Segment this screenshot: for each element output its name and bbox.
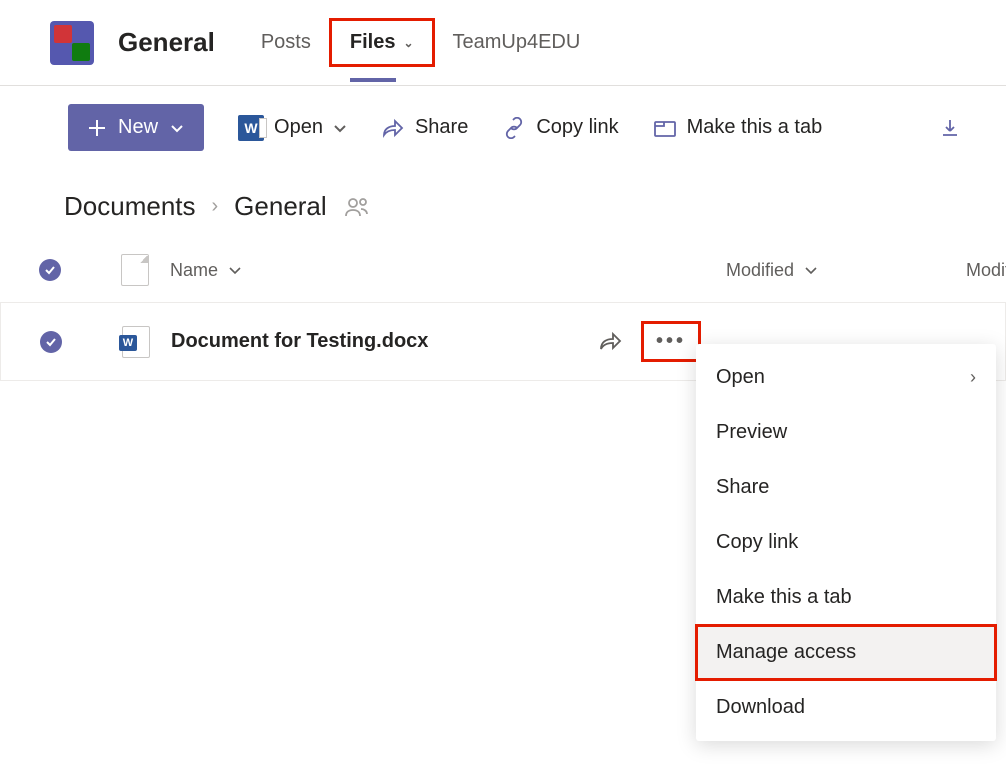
col-type-icon [100,254,170,286]
new-button[interactable]: New [68,104,204,151]
more-actions-button[interactable]: ••• [641,321,701,362]
share-label: Share [415,116,468,139]
menu-preview[interactable]: Preview [696,405,996,460]
col-modified[interactable]: Modified [726,260,966,281]
plus-icon [88,119,106,137]
people-icon [343,195,371,219]
tab-list: Posts Files ⌄ TeamUp4EDU [243,18,599,67]
menu-download[interactable]: Download [696,680,996,735]
breadcrumb-current: General [234,191,327,222]
breadcrumb: Documents › General [0,159,1006,244]
maketab-label: Make this a tab [687,116,823,139]
share-icon[interactable] [597,329,623,355]
row-select[interactable] [1,331,101,353]
open-label: Open [274,116,323,139]
maketab-button[interactable]: Make this a tab [653,116,823,139]
share-icon [381,117,405,139]
chevron-right-icon: › [212,195,219,218]
col-modifiedby-label: Modified By [966,260,1006,280]
team-icon [50,21,94,65]
menu-label: Open [716,366,765,389]
col-name-label: Name [170,260,218,281]
chevron-down-icon [804,263,818,277]
col-modifiedby[interactable]: Modified By [966,260,1006,281]
menu-label: Share [716,476,769,499]
menu-manage-access[interactable]: Manage access [696,625,996,680]
channel-name: General [118,27,215,58]
copylink-button[interactable]: Copy link [502,116,618,139]
chevron-down-icon [170,121,184,135]
col-modified-label: Modified [726,260,794,281]
download-icon [940,118,960,138]
menu-label: Download [716,696,805,719]
file-toolbar: New W Open Share Copy link Make this a t… [0,86,1006,159]
chevron-down-icon [333,121,347,135]
file-name: Document for Testing.docx [171,330,428,353]
new-label: New [118,116,158,139]
document-icon [121,254,149,286]
copylink-label: Copy link [536,116,618,139]
menu-maketab[interactable]: Make this a tab [696,570,996,625]
col-name[interactable]: Name [170,260,726,281]
tab-label: Posts [261,31,311,54]
chevron-down-icon: ⌄ [403,36,413,50]
download-button[interactable] [940,118,960,138]
tab-teamup4edu[interactable]: TeamUp4EDU [435,21,599,64]
file-name-cell[interactable]: Document for Testing.docx ••• [171,321,725,362]
menu-label: Manage access [716,641,856,664]
tab-label: TeamUp4EDU [453,31,581,54]
menu-label: Copy link [716,531,798,554]
channel-header: General Posts Files ⌄ TeamUp4EDU [0,0,1006,86]
word-icon: W [238,115,264,141]
tab-files[interactable]: Files ⌄ [329,18,435,67]
check-icon [39,259,61,281]
file-type-icon [101,326,171,358]
ellipsis-icon: ••• [656,330,686,352]
menu-copylink[interactable]: Copy link [696,515,996,570]
menu-label: Make this a tab [716,586,852,609]
menu-label: Preview [716,421,787,444]
tab-icon [653,118,677,138]
column-headers: Name Modified Modified By [0,244,1006,302]
breadcrumb-root[interactable]: Documents [64,191,196,222]
open-button[interactable]: W Open [238,115,347,141]
word-doc-icon [122,326,150,358]
menu-share[interactable]: Share [696,460,996,515]
menu-open[interactable]: Open › [696,350,996,405]
share-button[interactable]: Share [381,116,468,139]
context-menu: Open › Preview Share Copy link Make this… [696,344,996,741]
chevron-down-icon [228,263,242,277]
link-icon [502,117,526,139]
chevron-right-icon: › [970,367,976,388]
tab-label: Files [350,31,396,54]
check-icon [40,331,62,353]
select-all[interactable] [0,259,100,281]
tab-posts[interactable]: Posts [243,21,329,64]
